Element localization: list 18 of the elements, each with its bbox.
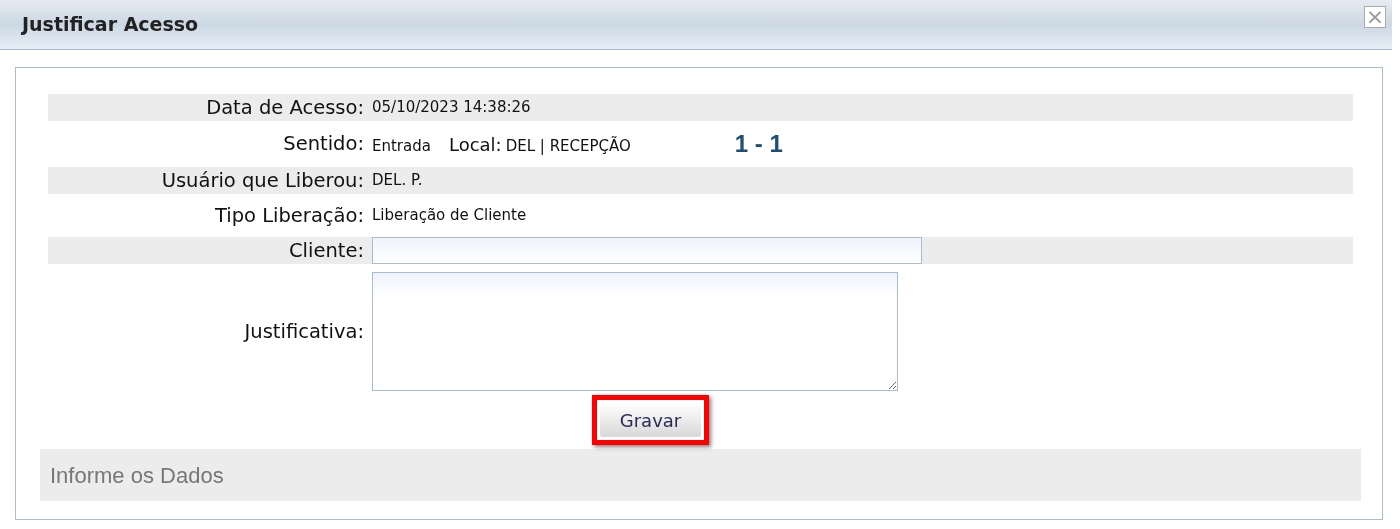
field-value: Liberação de Cliente [372,205,527,227]
field-label: Usuário que Liberou: [160,167,365,194]
field-label: Tipo Liberação: [213,202,365,229]
field-label: Sentido: [282,131,365,158]
field-label: Justificativa: [242,318,365,345]
field-value: Entrada [372,135,431,157]
field-value: DEL. P. [372,170,423,192]
field-label: Data de Acesso: [205,94,365,121]
justification-input-field[interactable] [372,272,898,391]
field-value: 05/10/2023 14:38:26 [372,97,531,119]
status-text: Informe os Dados [50,461,224,490]
field-label: Cliente: [287,237,365,264]
counter-text: 1 - 1 [734,129,783,159]
save-button[interactable]: Gravar [599,403,702,437]
client-input-field[interactable] [372,237,922,264]
window-title: Justificar Acesso [22,12,199,38]
field-label: Local: [448,132,502,157]
field-value: DEL | RECEPÇÃO [505,135,631,157]
